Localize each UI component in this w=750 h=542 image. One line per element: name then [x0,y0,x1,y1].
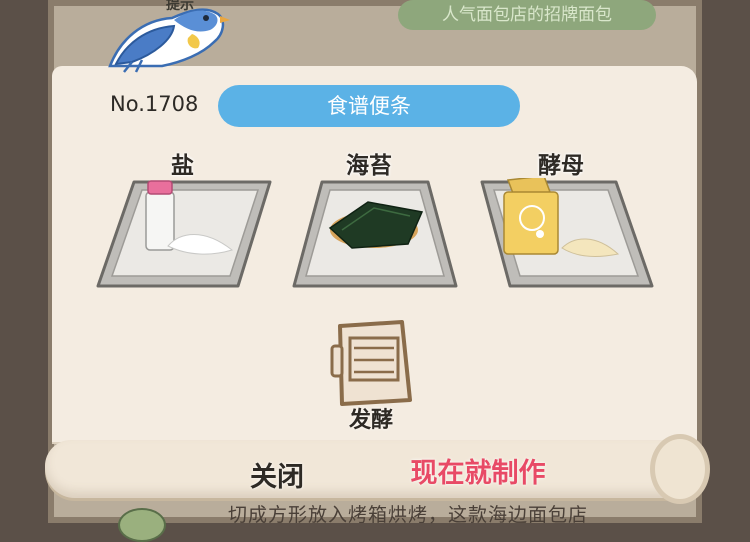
recipe-number: No.1708 [110,92,199,116]
leaf-icon [118,508,166,542]
scroll-roll [45,440,695,498]
seaweed-tray [292,180,458,288]
bread-subtitle-pill: 人气面包店的招牌面包 [398,0,656,30]
scroll-curl [650,434,710,504]
ingredient-label-seaweed: 海苔 [346,153,392,179]
recipe-title: 食谱便条 [218,85,520,127]
proofing-box-icon [330,320,412,406]
step-label-fermentation: 发酵 [349,408,394,433]
ingredient-label-yeast: 酵母 [538,153,584,179]
make-now-button[interactable]: 现在就制作 [388,450,568,490]
salt-tray [96,180,272,288]
yeast-tray [480,178,654,288]
bluebird-icon [108,8,230,73]
ingredient-label-salt: 盐 [171,153,194,179]
close-button[interactable]: 关闭 [234,454,320,494]
